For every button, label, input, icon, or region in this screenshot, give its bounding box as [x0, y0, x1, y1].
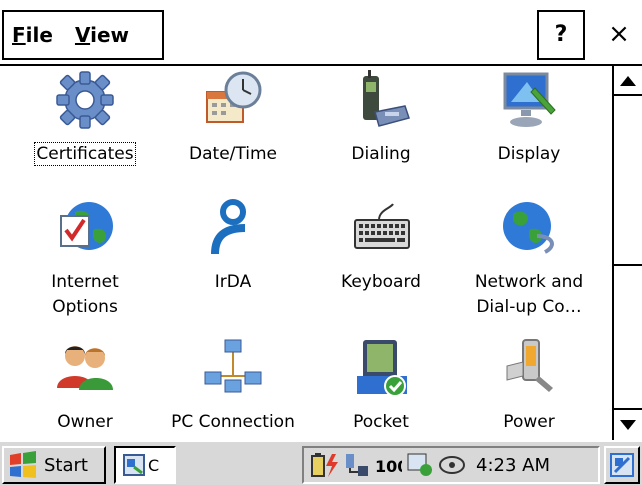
battery-power-icon[interactable]	[310, 452, 340, 478]
menu-bar: File View	[2, 10, 164, 60]
item-label: Owner	[57, 412, 113, 432]
system-tray: 100 4:23 AM	[302, 446, 600, 484]
item-network[interactable]: Network and Dial-up Co…	[454, 196, 604, 320]
windows-logo-icon	[10, 451, 36, 478]
pocket-icon	[357, 340, 407, 397]
item-keyboard[interactable]: Keyboard	[306, 196, 456, 295]
taskbar: Start C 100 4:23 AM	[0, 440, 642, 485]
item-label: Display	[497, 144, 561, 164]
signal-strength-icon[interactable]: 100	[374, 452, 402, 478]
keyboard-icon	[354, 203, 410, 249]
item-label: Network and Dial-up Co…	[474, 272, 584, 317]
certificates-icon	[56, 71, 114, 129]
show-desktop-button[interactable]	[604, 446, 640, 484]
internet-options-icon	[60, 202, 113, 250]
item-label: IrDA	[214, 272, 252, 292]
dialing-icon	[363, 70, 410, 127]
control-panel-grid: Certificates Date/Time Dialing Display I…	[0, 66, 612, 440]
item-label: PC Connection	[171, 412, 295, 432]
item-label: Dialing	[351, 144, 411, 164]
clock[interactable]: 4:23 AM	[476, 455, 550, 476]
control-panel-icon	[123, 454, 145, 476]
vertical-scrollbar[interactable]	[612, 66, 642, 440]
taskbar-app-button[interactable]: C	[114, 446, 176, 484]
start-label: Start	[44, 454, 88, 476]
item-label: Power	[503, 412, 555, 432]
scroll-up-button[interactable]	[614, 66, 642, 96]
activesync-icon[interactable]	[406, 452, 434, 478]
scroll-thumb[interactable]	[614, 96, 642, 266]
menu-view[interactable]: View	[67, 23, 129, 47]
item-dialing[interactable]: Dialing	[306, 68, 456, 167]
start-button[interactable]: Start	[2, 446, 106, 484]
wireless-icon[interactable]	[438, 452, 466, 478]
item-label: Date/Time	[189, 144, 277, 164]
menu-file[interactable]: File	[4, 23, 53, 47]
item-pocket[interactable]: Pocket	[306, 336, 456, 435]
close-button[interactable]: ×	[596, 10, 642, 60]
datetime-icon	[206, 71, 262, 123]
network-connection-icon[interactable]	[344, 452, 370, 478]
command-bar: File View ? ×	[0, 0, 642, 66]
item-datetime[interactable]: Date/Time	[158, 68, 308, 167]
item-certificates[interactable]: Certificates	[10, 68, 160, 166]
svg-text:100: 100	[375, 457, 402, 476]
scroll-down-button[interactable]	[614, 408, 642, 440]
help-button[interactable]: ?	[537, 10, 585, 60]
power-icon	[506, 339, 553, 392]
item-power[interactable]: Power	[454, 336, 604, 435]
taskbar-app-label: C	[148, 455, 160, 475]
desktop-icon	[610, 453, 634, 477]
display-icon	[503, 72, 556, 127]
pc-connection-icon	[204, 339, 262, 393]
irda-icon	[211, 199, 246, 255]
item-owner[interactable]: Owner	[10, 336, 160, 435]
network-icon	[503, 202, 554, 254]
item-label: Certificates	[34, 142, 136, 166]
item-irda[interactable]: IrDA	[158, 196, 308, 295]
item-pc-connection[interactable]: PC Connection	[158, 336, 308, 435]
item-label: Keyboard	[341, 272, 421, 292]
item-internet-options[interactable]: Internet Options	[10, 196, 160, 320]
item-label: Pocket	[353, 412, 409, 432]
item-display[interactable]: Display	[454, 68, 604, 167]
item-label: Internet Options	[51, 272, 119, 317]
owner-icon	[57, 346, 113, 390]
